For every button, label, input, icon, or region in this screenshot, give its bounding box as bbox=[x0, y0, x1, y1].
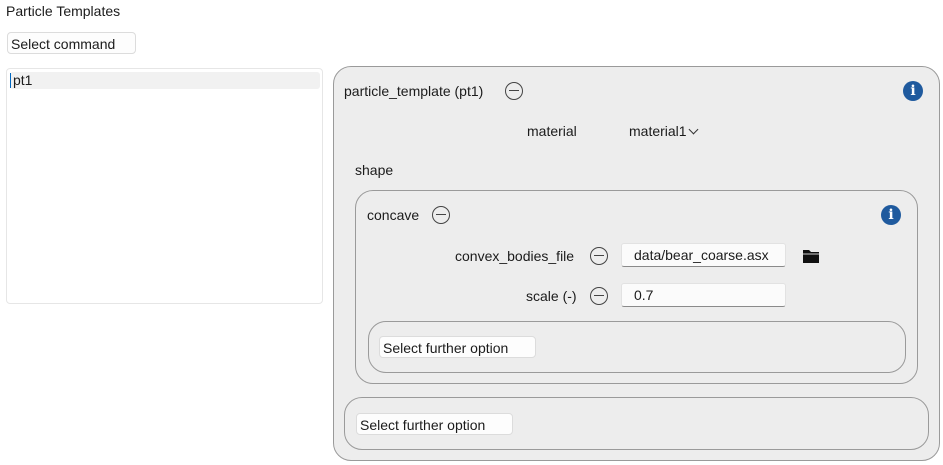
convex-bodies-file-field[interactable]: data/bear_coarse.asx bbox=[621, 243, 786, 267]
remove-convex-bodies-file-minus-icon[interactable] bbox=[590, 247, 608, 265]
template-info-icon[interactable]: i bbox=[903, 81, 923, 101]
template-select-further-option-button[interactable]: Select further option bbox=[356, 413, 513, 435]
concave-select-further-option-button[interactable]: Select further option bbox=[379, 336, 536, 358]
material-value: material1 bbox=[629, 123, 687, 139]
select-command-button[interactable]: Select command bbox=[7, 32, 136, 54]
convex-bodies-file-label: convex_bodies_file bbox=[455, 248, 575, 264]
remove-concave-minus-icon[interactable] bbox=[432, 206, 450, 224]
remove-scale-minus-icon[interactable] bbox=[590, 287, 608, 305]
list-item-label: pt1 bbox=[13, 72, 33, 88]
remove-template-minus-icon[interactable] bbox=[505, 82, 523, 100]
template-list[interactable]: pt1 bbox=[6, 68, 323, 304]
material-dropdown[interactable]: material1 bbox=[627, 123, 699, 139]
material-label: material bbox=[527, 123, 577, 139]
shape-label: shape bbox=[355, 162, 394, 178]
folder-icon[interactable] bbox=[802, 248, 820, 264]
page-title: Particle Templates bbox=[6, 3, 121, 19]
text-caret bbox=[10, 73, 11, 88]
chevron-down-icon bbox=[688, 124, 699, 135]
list-item[interactable]: pt1 bbox=[10, 72, 320, 89]
scale-label: scale (-) bbox=[526, 288, 577, 304]
template-title: particle_template (pt1) bbox=[344, 83, 484, 99]
scale-field[interactable]: 0.7 bbox=[621, 283, 786, 307]
concave-title: concave bbox=[367, 207, 420, 223]
concave-info-icon[interactable]: i bbox=[881, 205, 901, 225]
